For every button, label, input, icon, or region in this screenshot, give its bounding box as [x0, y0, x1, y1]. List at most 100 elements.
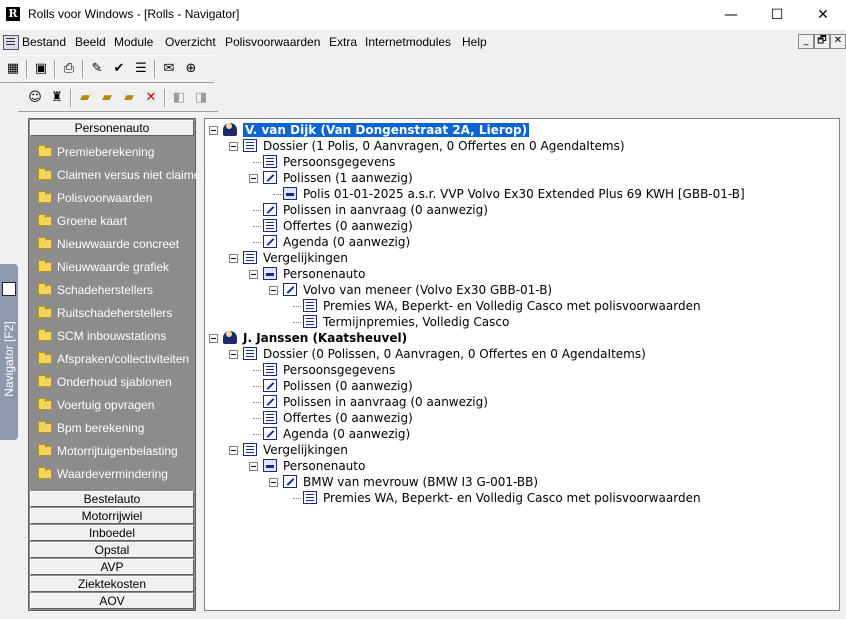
tree-node[interactable]: Offertes (0 aanwezig) — [205, 410, 835, 426]
module-item[interactable]: Schadeherstellers — [38, 281, 194, 299]
tree-node[interactable]: Personenauto — [205, 458, 835, 474]
collapse-toggle-icon[interactable] — [269, 286, 278, 295]
tree-node[interactable]: Dossier (0 Polissen, 0 Aanvragen, 0 Offe… — [205, 346, 835, 362]
module-item[interactable]: Ruitschadeherstellers — [38, 304, 194, 322]
module-item[interactable]: Motorrijtuigenbelasting — [38, 442, 194, 460]
delete-icon[interactable]: ✕ — [142, 89, 160, 107]
category-inboedel[interactable]: Inboedel — [30, 525, 194, 541]
module-item[interactable]: Claimen versus niet claimen — [38, 166, 207, 184]
tree-node-label: Vergelijkingen — [263, 251, 348, 265]
module-item[interactable]: SCM inbouwstations — [38, 327, 194, 345]
menu-module[interactable]: Module — [114, 35, 153, 49]
module-item[interactable]: Afspraken/collectiviteiten — [38, 350, 194, 368]
new-folder-icon[interactable]: ▰ — [98, 89, 116, 107]
tree-node[interactable]: Persoonsgegevens — [205, 154, 835, 170]
navigator-icon[interactable]: ▦ — [4, 60, 22, 78]
module-item-label: Polisvoorwaarden — [57, 191, 153, 205]
tree-node[interactable]: Polissen in aanvraag (0 aanwezig) — [205, 394, 835, 410]
tree-node[interactable]: Premies WA, Beperkt- en Volledig Casco m… — [205, 490, 835, 506]
edit-folder-icon[interactable]: ▰ — [120, 89, 138, 107]
module-item[interactable]: Nieuwwaarde grafiek — [38, 258, 194, 276]
close-button[interactable]: ✕ — [800, 0, 846, 30]
tree-node-label: Persoonsgegevens — [283, 363, 396, 377]
category-ziektekosten[interactable]: Ziektekosten — [30, 576, 194, 592]
message-icon[interactable]: ✉ — [160, 60, 178, 78]
tree-node[interactable]: Termijnpremies, Volledig Casco — [205, 314, 835, 330]
collapse-toggle-icon[interactable] — [209, 126, 218, 135]
menu-help[interactable]: Help — [462, 35, 487, 49]
collapse-toggle-icon[interactable] — [249, 174, 258, 183]
collapse-toggle-icon[interactable] — [209, 334, 218, 343]
toolbar-separator — [154, 60, 156, 78]
tree-node-label: Termijnpremies, Volledig Casco — [323, 315, 510, 329]
tree-node[interactable]: Polissen (0 aanwezig) — [205, 378, 835, 394]
folder-icon — [38, 283, 52, 295]
edit-document-icon — [263, 379, 277, 392]
module-item[interactable]: Premieberekening — [38, 143, 194, 161]
category-bestelauto[interactable]: Bestelauto — [30, 491, 194, 507]
collapse-toggle-icon[interactable] — [249, 462, 258, 471]
tree-node[interactable]: Polis 01-01-2025 a.s.r. VVP Volvo Ex30 E… — [205, 186, 835, 202]
tree-node[interactable]: Polissen (1 aanwezig) — [205, 170, 835, 186]
tree-node[interactable]: Persoonsgegevens — [205, 362, 835, 378]
checklist-icon[interactable]: ✔ — [110, 60, 128, 78]
tree-node[interactable]: Agenda (0 aanwezig) — [205, 426, 835, 442]
tree-node[interactable]: Volvo van meneer (Volvo Ex30 GBB-01-B) — [205, 282, 835, 298]
collapse-toggle-icon[interactable] — [269, 478, 278, 487]
menu-extra[interactable]: Extra — [329, 35, 357, 49]
mdi-minimize-button[interactable]: _ — [798, 34, 814, 49]
folder-icon — [38, 352, 52, 364]
collapse-toggle-icon[interactable] — [229, 142, 238, 151]
collapse-toggle-icon[interactable] — [229, 350, 238, 359]
menu-polisvoorwaarden[interactable]: Polisvoorwaarden — [225, 35, 320, 49]
tree-node[interactable]: Premies WA, Beperkt- en Volledig Casco m… — [205, 298, 835, 314]
document-menu-icon[interactable] — [3, 35, 19, 50]
add-company-icon[interactable]: ♜ — [48, 89, 66, 107]
collapse-toggle-icon[interactable] — [229, 254, 238, 263]
app-icon: R — [6, 7, 20, 21]
menu-beeld[interactable]: Beeld — [75, 35, 106, 49]
category-opstal[interactable]: Opstal — [30, 542, 194, 558]
tree-connector — [253, 242, 261, 243]
tree-node[interactable]: Offertes (0 aanwezig) — [205, 218, 835, 234]
save-icon[interactable]: ▣ — [32, 60, 50, 78]
menu-bestand[interactable]: Bestand — [22, 35, 66, 49]
category-aov[interactable]: AOV — [30, 593, 194, 609]
menu-internetmodules[interactable]: Internetmodules — [365, 35, 451, 49]
tree-node[interactable]: Agenda (0 aanwezig) — [205, 234, 835, 250]
module-item[interactable]: Bpm berekening — [38, 419, 194, 437]
tree-node[interactable]: Vergelijkingen — [205, 442, 835, 458]
tree-connector — [253, 418, 261, 419]
tree-node[interactable]: BMW van mevrouw (BMW I3 G-001-BB) — [205, 474, 835, 490]
module-item[interactable]: Nieuwwaarde concreet — [38, 235, 194, 253]
tree-node[interactable]: Polissen in aanvraag (0 aanwezig) — [205, 202, 835, 218]
category-personenauto[interactable]: Personenauto — [30, 120, 194, 136]
tree-node[interactable]: V. van Dijk (Van Dongenstraat 2A, Lierop… — [205, 122, 835, 138]
module-item[interactable]: Polisvoorwaarden — [38, 189, 194, 207]
module-item[interactable]: Voertuig opvragen — [38, 396, 194, 414]
mdi-close-button[interactable]: ✕ — [830, 34, 846, 49]
minimize-button[interactable]: — — [708, 0, 754, 30]
maximize-button[interactable]: ☐ — [754, 0, 800, 30]
collapse-toggle-icon[interactable] — [249, 270, 258, 279]
category-avp[interactable]: AVP — [30, 559, 194, 575]
menu-overzicht[interactable]: Overzicht — [165, 35, 216, 49]
print-preview-icon[interactable]: ⎙ — [60, 60, 78, 78]
collapse-toggle-icon[interactable] — [229, 446, 238, 455]
document-list-icon[interactable]: ☰ — [132, 60, 150, 78]
mdi-restore-button[interactable]: 🗗 — [814, 34, 830, 49]
tree-node[interactable]: Personenauto — [205, 266, 835, 282]
tree-node[interactable]: Dossier (1 Polis, 0 Aanvragen, 0 Offerte… — [205, 138, 835, 154]
category-motorrijwiel[interactable]: Motorrijwiel — [30, 508, 194, 524]
tree-node[interactable]: Vergelijkingen — [205, 250, 835, 266]
module-item[interactable]: Waardevermindering — [38, 465, 194, 483]
tree-node[interactable]: J. Janssen (Kaatsheuvel) — [205, 330, 835, 346]
module-item[interactable]: Onderhoud sjablonen — [38, 373, 194, 391]
notes-icon[interactable]: ✎ — [88, 60, 106, 78]
open-folder-icon[interactable]: ▰ — [76, 89, 94, 107]
module-item[interactable]: Groene kaart — [38, 212, 194, 230]
navigator-side-tab[interactable]: Navigator [F2] — [0, 264, 18, 440]
add-person-icon[interactable]: ☺ — [26, 89, 44, 107]
tree-node-label: Polissen (1 aanwezig) — [283, 171, 413, 185]
internet-icon[interactable]: ⊕ — [182, 60, 200, 78]
